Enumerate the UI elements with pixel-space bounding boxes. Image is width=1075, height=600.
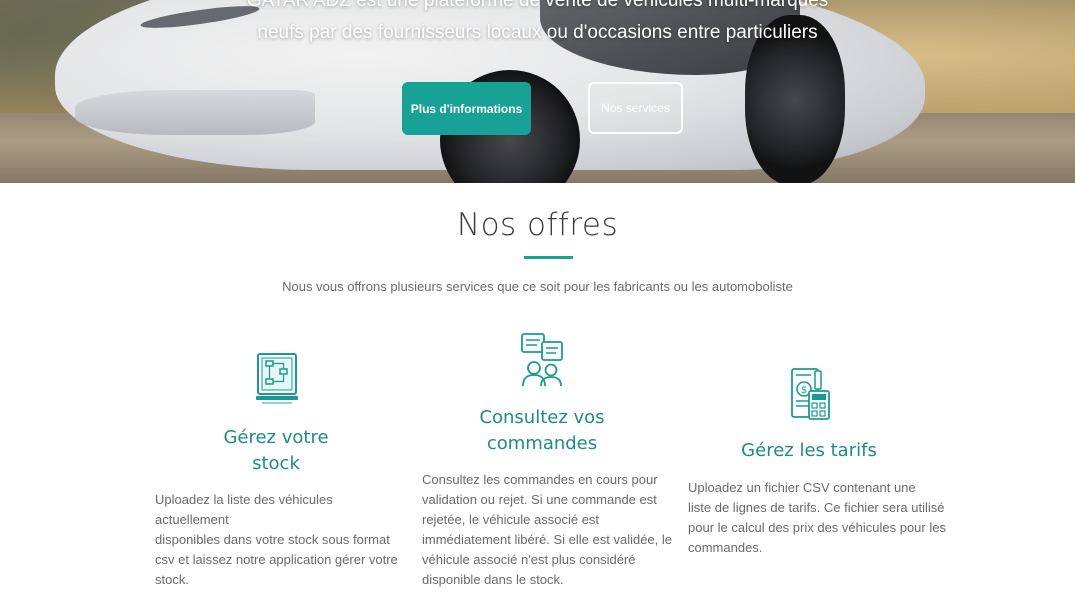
card-title-line: stock — [252, 453, 300, 474]
card-title-stock: Gérez votre stock — [176, 425, 376, 477]
people-chat-icon — [519, 332, 565, 388]
description-line: véhicule associé n'est plus considéré — [422, 552, 636, 567]
section-title: Nos offres — [456, 207, 619, 243]
invoice-calculator-icon: $ — [787, 365, 833, 423]
card-title-orders: Consultez vos commandes — [442, 405, 642, 457]
description-line: disponibles dans votre stock sous format — [155, 532, 390, 547]
our-services-button[interactable]: Nos services — [588, 82, 683, 134]
card-description-stock: Uploadez la liste des véhicules actuelle… — [155, 490, 405, 590]
description-line: Uploadez la liste des véhicules actuelle… — [155, 492, 333, 527]
description-line: Consultez les commandes en cours pour — [422, 472, 658, 487]
section-subtitle: Nous vous offrons plusieurs services que… — [282, 279, 793, 294]
hero-tagline-line2: neufs par des fournisseurs locaux ou d'o… — [257, 22, 818, 43]
description-line: stock. — [155, 572, 189, 587]
description-line: validation ou rejet. Si une commande est — [422, 492, 657, 507]
card-title-line: Consultez vos — [479, 407, 605, 428]
description-line: csv et laissez notre application gérer v… — [155, 552, 398, 567]
card-title-pricing: Gérez les tarifs — [709, 438, 909, 464]
description-line: liste de lignes de tarifs. Ce fichier se… — [688, 500, 945, 515]
card-title-line: Gérez votre — [223, 427, 329, 448]
hero-banner: GATAR'ADZ est une plateforme de vente de… — [0, 0, 1075, 183]
description-line: commandes. — [688, 540, 763, 555]
more-info-button[interactable]: Plus d'informations — [402, 82, 531, 135]
svg-text:$: $ — [801, 385, 807, 396]
description-line: disponible dans le stock. — [422, 572, 564, 587]
card-description-orders: Consultez les commandes en cours pour va… — [422, 470, 672, 590]
description-line: immédiatement libéré. Si elle est validé… — [422, 532, 673, 547]
description-line: rejetée, le véhicule associé est — [422, 512, 600, 527]
flowchart-board-icon — [254, 352, 300, 408]
title-underline — [524, 256, 573, 259]
description-line: Uploadez un fichier CSV contenant une — [688, 480, 916, 495]
hero-tagline-line1: GATAR'ADZ est une plateforme de vente de… — [246, 0, 829, 11]
card-title-line: commandes — [486, 433, 598, 454]
card-description-pricing: Uploadez un fichier CSV contenant une li… — [688, 478, 948, 558]
card-title-line: Gérez les tarifs — [741, 440, 877, 461]
description-line: pour le calcul des prix des véhicules po… — [688, 520, 946, 535]
